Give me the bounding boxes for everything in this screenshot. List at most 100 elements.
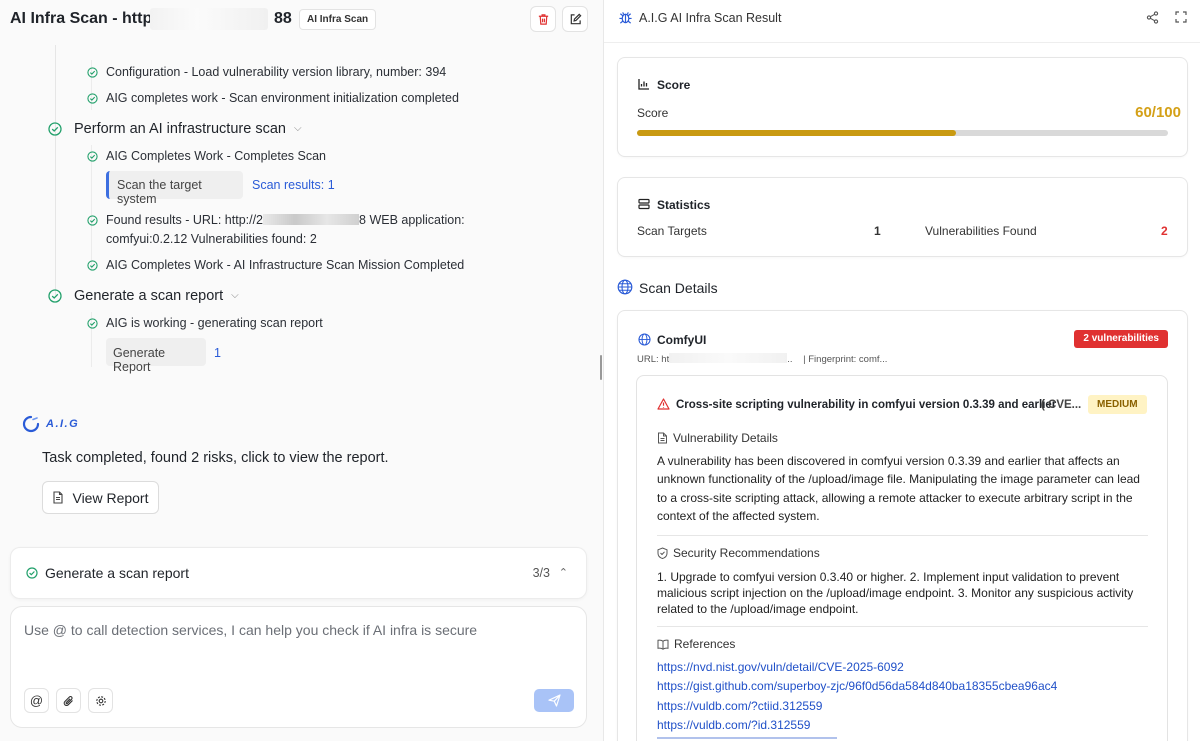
check-circle-icon — [87, 260, 98, 271]
url-suffix: .. — [787, 354, 793, 365]
section-label: Perform an AI infrastructure scan — [74, 121, 286, 137]
fingerprint: | Fingerprint: comf... — [803, 354, 888, 365]
step-label: Configuration - Load vulnerability versi… — [106, 65, 447, 79]
reference-link[interactable]: https://vuldb.com/?ctiid.312559 — [657, 699, 822, 713]
database-icon — [638, 198, 650, 210]
globe-icon — [617, 279, 633, 295]
check-circle-icon — [87, 67, 98, 78]
scan-targets-value: 1 — [874, 224, 881, 238]
edit-icon — [570, 13, 581, 24]
vulnerability-title: Cross-site scripting vulnerability in co… — [676, 399, 1057, 411]
statistics-heading: Statistics — [657, 198, 711, 212]
step-label: AIG completes work - Scan environment in… — [106, 91, 459, 105]
chat-pane: AI Infra Scan - http:// 88 AI Infra Scan… — [0, 0, 603, 741]
tool-label: Scan the target system — [117, 178, 202, 206]
redacted-url — [263, 214, 360, 225]
aig-swirl-icon — [22, 415, 40, 433]
aig-logo: A.I.G — [22, 415, 79, 433]
step-label: Found results - URL: http://2 — [106, 213, 264, 227]
score-progress-track — [637, 130, 1168, 136]
result-pane: A.I.G AI Infra Scan Result Score Score 6… — [604, 0, 1200, 741]
severity-badge: MEDIUM — [1088, 395, 1147, 414]
vulns-found-value: 2 — [1161, 224, 1168, 238]
tool-label: Generate Report — [113, 346, 166, 374]
chevron-down-icon: ⌵ — [231, 290, 239, 301]
book-icon — [657, 639, 669, 650]
reference-link[interactable]: https://gist.github.com/superboy-zjc/96f… — [657, 679, 1057, 693]
app-window: AI Infra Scan - http:// 88 AI Infra Scan… — [0, 0, 1200, 741]
step-label: AIG Completes Work - AI Infrastructure S… — [106, 258, 465, 272]
score-card: Score — [617, 57, 1188, 157]
redacted-url — [669, 353, 788, 363]
document-icon — [53, 491, 64, 504]
mention-button[interactable]: @ — [24, 688, 49, 713]
scan-details-heading: Scan Details — [639, 280, 718, 296]
sub-timeline — [91, 145, 92, 270]
redacted-url — [150, 8, 268, 30]
expand-icon[interactable] — [1175, 11, 1187, 23]
send-button[interactable] — [534, 689, 574, 712]
url-prefix: URL: ht — [637, 354, 670, 365]
document-icon — [658, 432, 667, 444]
vuln-details-heading: Vulnerability Details — [657, 431, 778, 445]
score-progress-fill — [637, 130, 956, 136]
step-item: AIG Completes Work - Completes Scan — [87, 149, 326, 163]
section-perform-scan[interactable]: Perform an AI infrastructure scan ⌵ — [48, 121, 302, 137]
resize-handle[interactable] — [600, 355, 602, 380]
statistics-card: Statistics — [617, 177, 1188, 257]
step-item-continued: comfyui:0.2.12 Vulnerabilities found: 2 — [106, 232, 317, 246]
task-status-bar[interactable]: Generate a scan report 3/3 ⌃ — [10, 547, 587, 599]
reference-link-clipped — [657, 737, 837, 741]
delete-button[interactable] — [530, 6, 556, 32]
tool-call-scan-target[interactable]: Scan the target system — [106, 171, 243, 206]
generate-count-link[interactable]: 1 — [214, 346, 221, 360]
tool-call-generate-report[interactable]: Generate Report — [106, 338, 206, 374]
step-label: 8 WEB application: — [359, 213, 465, 227]
step-item: AIG is working - generating scan report — [87, 316, 323, 330]
gear-icon — [95, 695, 106, 706]
section-generate-report[interactable]: Generate a scan report ⌵ — [48, 288, 239, 304]
check-circle-icon — [26, 567, 38, 579]
reference-link[interactable]: https://nvd.nist.gov/vuln/detail/CVE-202… — [657, 660, 904, 674]
score-heading: Score — [657, 78, 691, 92]
check-circle-icon — [87, 93, 98, 104]
chat-input-box[interactable]: Use @ to call detection services, I can … — [10, 606, 587, 728]
security-recs-heading: Security Recommendations — [657, 546, 820, 560]
page-title: AI Infra Scan - http:// — [10, 10, 167, 27]
step-item: Configuration - Load vulnerability versi… — [87, 65, 447, 79]
page-title-suffix: 88 — [274, 10, 292, 27]
scan-results-link[interactable]: Scan results: 1 — [252, 178, 335, 192]
trash-icon — [538, 13, 548, 25]
attach-button[interactable] — [56, 688, 81, 713]
edit-button[interactable] — [562, 6, 588, 32]
send-icon — [547, 694, 561, 707]
references-heading-label: References — [674, 637, 736, 651]
check-circle-icon — [48, 289, 62, 303]
reference-link[interactable]: https://vuldb.com/?id.312559 — [657, 718, 810, 732]
settings-button[interactable] — [88, 688, 113, 713]
step-item: Found results - URL: http://2 8 WEB appli… — [87, 213, 465, 227]
chat-input-placeholder[interactable]: Use @ to call detection services, I can … — [24, 622, 477, 638]
target-url-line: URL: ht.. | Fingerprint: comf... — [637, 353, 887, 365]
vuln-details-heading-label: Vulnerability Details — [673, 431, 778, 445]
check-circle-icon — [87, 215, 98, 226]
chat-header: AI Infra Scan - http:// 88 AI Infra Scan — [0, 0, 603, 40]
globe-icon — [638, 333, 651, 346]
warning-triangle-icon — [657, 398, 670, 410]
bar-chart-icon — [638, 79, 649, 90]
check-circle-icon — [87, 151, 98, 162]
view-report-label: View Report — [72, 489, 149, 506]
scan-type-tag: AI Infra Scan — [299, 9, 377, 30]
step-label: AIG Completes Work - Completes Scan — [106, 149, 326, 163]
vulnerability-card: Cross-site scripting vulnerability in co… — [636, 375, 1168, 741]
bug-icon — [619, 12, 632, 24]
chevron-down-icon: ⌵ — [293, 123, 302, 134]
target-name: ComfyUI — [657, 333, 707, 347]
chevron-up-icon[interactable]: ⌃ — [559, 566, 568, 579]
vulnerability-count-badge: 2 vulnerabilities — [1074, 330, 1168, 348]
view-report-button[interactable]: View Report — [42, 481, 159, 514]
share-icon[interactable] — [1146, 11, 1159, 24]
check-circle-icon — [87, 318, 98, 329]
check-circle-icon — [48, 122, 62, 136]
section-label: Generate a scan report — [74, 288, 224, 304]
